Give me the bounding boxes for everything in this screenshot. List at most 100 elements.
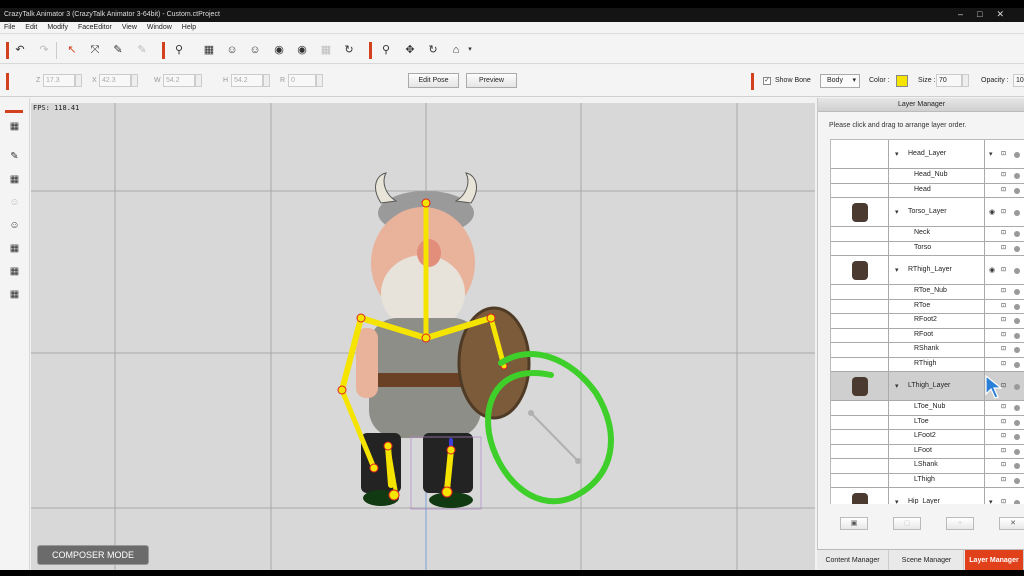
layer-status-dot[interactable] xyxy=(1014,289,1020,296)
lock-icon[interactable]: ⊡ xyxy=(1001,331,1006,338)
x-spinner[interactable] xyxy=(131,74,138,87)
show-bone-checkbox[interactable]: ✓ xyxy=(763,77,771,85)
size-field[interactable]: 70 xyxy=(936,74,962,87)
head-tool-icon[interactable]: ☺ xyxy=(224,43,240,57)
r-spinner[interactable] xyxy=(316,74,323,87)
lock-icon[interactable]: ⊡ xyxy=(1001,316,1006,323)
joint-right-foot[interactable] xyxy=(441,486,453,498)
grid-disabled-icon[interactable]: ▦ xyxy=(318,43,334,57)
joint-left-elbow[interactable] xyxy=(337,385,347,395)
layer-status-dot[interactable] xyxy=(1014,187,1020,194)
layer-status-dot[interactable] xyxy=(1014,151,1020,158)
layer-status-dot[interactable] xyxy=(1014,245,1020,252)
redo-icon[interactable]: ↷ xyxy=(36,43,52,57)
preview-button[interactable]: Preview xyxy=(466,73,517,88)
anchor-icon[interactable]: ⚲ xyxy=(378,43,394,57)
layer-row[interactable]: Head_Nub ⊡ xyxy=(831,169,1024,184)
brush-icon[interactable]: ✎ xyxy=(7,150,22,163)
layer-row[interactable]: LToe ⊡ xyxy=(831,415,1024,430)
select-arrow-icon[interactable]: ↖ xyxy=(64,43,80,57)
layer-status-dot[interactable] xyxy=(1014,477,1020,484)
import-layer-button[interactable]: ▣ xyxy=(840,517,868,530)
tab-layer-manager[interactable]: Layer Manager xyxy=(965,550,1024,570)
maximize-button[interactable]: □ xyxy=(977,9,996,19)
chevron-down-icon[interactable]: ▾ xyxy=(895,498,899,505)
eye-icon[interactable]: ◉ xyxy=(989,208,995,216)
w-spinner[interactable] xyxy=(195,74,202,87)
layer-row[interactable]: RShank ⊡ xyxy=(831,343,1024,358)
layer-status-dot[interactable] xyxy=(1014,231,1020,238)
menu-edit[interactable]: Edit xyxy=(25,22,37,33)
stage-icon[interactable]: ▦ xyxy=(7,120,22,133)
w-field[interactable]: 54.2 xyxy=(163,74,195,87)
layer-row[interactable]: LFoot ⊡ xyxy=(831,444,1024,459)
lock-icon[interactable]: ⊡ xyxy=(1001,360,1006,367)
joint-left-hand[interactable] xyxy=(369,463,379,473)
grid-tool-icon[interactable]: ▦ xyxy=(201,43,217,57)
menu-file[interactable]: File xyxy=(4,22,15,33)
chevron-down-icon[interactable]: ▾ xyxy=(989,150,993,158)
chevron-down-icon[interactable]: ▾ xyxy=(989,498,993,505)
close-button[interactable]: ✕ xyxy=(996,9,1018,19)
r-field[interactable]: 0 xyxy=(288,74,316,87)
viking-character[interactable] xyxy=(356,172,531,508)
lock-icon[interactable]: ⊡ xyxy=(1001,418,1006,425)
layer-row[interactable]: LToe_Nub ⊡ xyxy=(831,401,1024,416)
layer-group-row[interactable]: ▾ Head_Layer ▾ ⊡ xyxy=(831,140,1024,169)
edit-pose-button[interactable]: Edit Pose xyxy=(408,73,459,88)
layer-status-dot[interactable] xyxy=(1014,209,1020,216)
lock-icon[interactable]: ⊡ xyxy=(1001,447,1006,454)
opacity-field[interactable]: 10 xyxy=(1013,74,1024,87)
layer-row[interactable]: Neck ⊡ xyxy=(831,227,1024,242)
lock-icon[interactable]: ⊡ xyxy=(1001,476,1006,483)
menu-faceeditor[interactable]: FaceEditor xyxy=(78,22,112,33)
eye-icon[interactable]: ◉ xyxy=(989,266,995,274)
lock-icon[interactable]: ⊡ xyxy=(1001,345,1006,352)
delete-layer-button[interactable]: ✕ xyxy=(999,517,1024,530)
lock-icon[interactable]: ⊡ xyxy=(1001,461,1006,468)
layer-row[interactable]: Torso ⊡ xyxy=(831,241,1024,256)
layer-row[interactable]: RToe_Nub ⊡ xyxy=(831,285,1024,300)
layer-row[interactable]: RFoot ⊡ xyxy=(831,328,1024,343)
minimize-button[interactable]: – xyxy=(958,9,977,19)
chevron-down-icon[interactable]: ▾ xyxy=(895,266,899,274)
menu-window[interactable]: Window xyxy=(147,22,172,33)
refresh-tool-icon[interactable]: ↻ xyxy=(341,43,357,57)
layer-status-dot[interactable] xyxy=(1014,173,1020,180)
lock-icon[interactable]: ⊡ xyxy=(1001,403,1006,410)
layer-status-dot[interactable] xyxy=(1014,303,1020,310)
layer-status-dot[interactable] xyxy=(1014,499,1020,504)
layer-group-row[interactable]: ▾ Torso_Layer ◉ ⊡ xyxy=(831,198,1024,227)
x-field[interactable]: 42.3 xyxy=(99,74,131,87)
layer-status-dot[interactable] xyxy=(1014,434,1020,441)
layer-row[interactable]: RThigh ⊡ xyxy=(831,357,1024,372)
panel-icon[interactable]: ▦ xyxy=(7,242,22,255)
z-spinner[interactable] xyxy=(75,74,82,87)
joint-left-shoulder[interactable] xyxy=(356,313,366,323)
face-tool-icon[interactable]: ☺ xyxy=(247,43,263,57)
layer-status-dot[interactable] xyxy=(1014,405,1020,412)
lock-icon[interactable]: ⊡ xyxy=(1001,171,1006,178)
layer-status-dot[interactable] xyxy=(1014,448,1020,455)
layer-row[interactable]: LShank ⊡ xyxy=(831,459,1024,474)
layer-row[interactable]: RFoot2 ⊡ xyxy=(831,314,1024,329)
layer-row[interactable]: LFoot2 ⊡ xyxy=(831,430,1024,445)
bone-color-swatch[interactable] xyxy=(896,75,908,87)
disabled-tool-icon[interactable]: ☺ xyxy=(7,196,22,209)
export-icon[interactable]: ▦ xyxy=(7,288,22,301)
menu-help[interactable]: Help xyxy=(182,22,196,33)
undo-icon[interactable]: ↶ xyxy=(12,43,28,57)
lock-icon[interactable]: ⊡ xyxy=(1001,229,1006,236)
grid-panel-icon[interactable]: ▦ xyxy=(7,265,22,278)
size-spinner[interactable] xyxy=(962,74,969,87)
layer-status-dot[interactable] xyxy=(1014,347,1020,354)
move-icon[interactable]: ✥ xyxy=(402,43,418,57)
layer-status-dot[interactable] xyxy=(1014,361,1020,368)
rotate-icon[interactable]: ↻ xyxy=(425,43,441,57)
layer-status-dot[interactable] xyxy=(1014,383,1020,390)
eye-tool-icon[interactable]: ◉ xyxy=(271,43,287,57)
joint-left-hip[interactable] xyxy=(383,441,393,451)
transform-icon[interactable]: ⤧ xyxy=(87,43,103,57)
lock-icon[interactable]: ⊡ xyxy=(1001,150,1006,157)
h-spinner[interactable] xyxy=(263,74,270,87)
